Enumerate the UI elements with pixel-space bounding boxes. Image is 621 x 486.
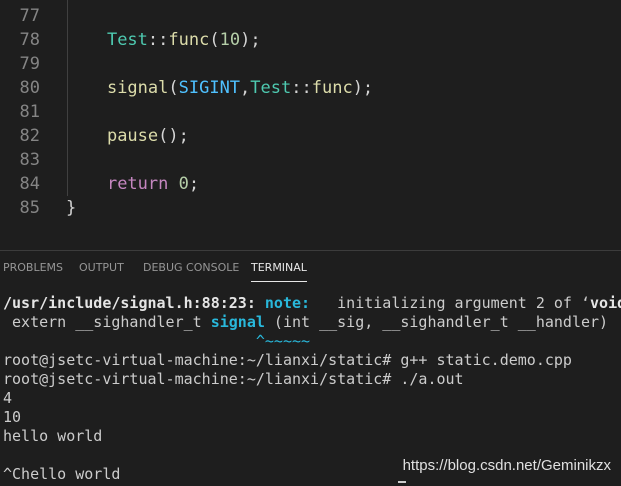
code-token: } bbox=[66, 198, 77, 218]
terminal-line: hello world bbox=[3, 427, 102, 446]
code-line[interactable]: 84 return 0; bbox=[0, 172, 621, 196]
terminal-segment: /usr/include/signal.h:88:23: bbox=[3, 294, 265, 312]
terminal-line: ^Chello world bbox=[3, 465, 120, 484]
line-number: 85 bbox=[19, 198, 40, 218]
line-number: 81 bbox=[19, 102, 40, 122]
code-line[interactable]: 79 bbox=[0, 52, 621, 76]
terminal-segment: root@jsetc-virtual-machine:~/lianxi/stat… bbox=[3, 370, 464, 388]
line-number: 78 bbox=[19, 30, 40, 50]
active-tab-indicator bbox=[251, 281, 307, 282]
code-token: (); bbox=[158, 126, 189, 146]
code-token: ); bbox=[240, 30, 261, 50]
tab-debug-console[interactable]: DEBUG CONSOLE bbox=[143, 261, 239, 275]
line-number: 82 bbox=[19, 126, 40, 146]
line-code: return 0; bbox=[66, 172, 199, 196]
tab-label: DEBUG CONSOLE bbox=[143, 261, 240, 274]
code-token: 10 bbox=[219, 30, 241, 50]
code-token: :: bbox=[147, 30, 169, 50]
code-token: SIGINT bbox=[178, 78, 241, 98]
code-line[interactable]: 78 Test::func(10); bbox=[0, 28, 621, 52]
terminal-segment: 10 bbox=[3, 408, 22, 426]
code-token: return bbox=[106, 174, 169, 194]
code-token: 0 bbox=[178, 174, 189, 194]
code-token: func bbox=[311, 78, 353, 98]
tab-output[interactable]: OUTPUT bbox=[79, 261, 124, 275]
code-token: Test bbox=[106, 30, 148, 50]
code-token: signal bbox=[106, 78, 169, 98]
terminal-line: root@jsetc-virtual-machine:~/lianxi/stat… bbox=[3, 370, 464, 389]
terminal-segment: ^Chello world bbox=[3, 465, 121, 483]
terminal-cursor bbox=[398, 481, 406, 483]
tab-label: TERMINAL bbox=[251, 261, 307, 274]
line-number: 83 bbox=[19, 150, 40, 170]
tab-label: PROBLEMS bbox=[3, 261, 64, 274]
code-token: ( bbox=[168, 78, 179, 98]
line-code: Test::func(10); bbox=[66, 28, 261, 52]
code-token: Test bbox=[250, 78, 292, 98]
line-code: pause(); bbox=[66, 124, 189, 148]
terminal-segment: signal bbox=[210, 313, 265, 331]
vscode-window: 77 78 Test::func(10); 79 80 signal(SIGINT,T… bbox=[0, 0, 621, 486]
terminal-line: 10 bbox=[3, 408, 21, 427]
line-number: 79 bbox=[19, 54, 40, 74]
code-token: , bbox=[240, 78, 251, 98]
code-editor[interactable]: 77 78 Test::func(10); 79 80 signal(SIGINT,T… bbox=[0, 0, 621, 250]
tab-label: OUTPUT bbox=[79, 261, 124, 274]
terminal-segment: ^~~~~~ bbox=[3, 332, 311, 350]
terminal-segment: root@jsetc-virtual-machine:~/lianxi/stat… bbox=[3, 351, 572, 369]
bottom-panel: PROBLEMS OUTPUT DEBUG CONSOLE TERMINAL /… bbox=[0, 251, 621, 486]
code-line[interactable]: 81 bbox=[0, 100, 621, 124]
code-line[interactable]: 80 signal(SIGINT,Test::func); bbox=[0, 76, 621, 100]
code-token: ( bbox=[209, 30, 220, 50]
terminal-line: 4 bbox=[3, 389, 12, 408]
terminal-line: extern __sighandler_t signal (int __sig,… bbox=[3, 313, 608, 332]
tab-problems[interactable]: PROBLEMS bbox=[3, 261, 63, 275]
terminal-segment: void bbox=[590, 294, 621, 312]
code-line[interactable]: 83 bbox=[0, 148, 621, 172]
code-line[interactable]: 77 bbox=[0, 4, 621, 28]
terminal-segment: (int __sig, __sighandler_t __handler) bbox=[264, 313, 609, 331]
code-token: ; bbox=[188, 174, 200, 194]
line-number: 77 bbox=[19, 6, 40, 26]
line-code: signal(SIGINT,Test::func); bbox=[66, 76, 373, 100]
terminal-segment: note: bbox=[264, 294, 311, 312]
code-token: ); bbox=[352, 78, 374, 98]
code-line[interactable]: 82 pause(); bbox=[0, 124, 621, 148]
terminal-segment: initializing argument 2 of ‘ bbox=[310, 294, 591, 312]
terminal-segment: 4 bbox=[3, 389, 13, 407]
line-number: 84 bbox=[19, 174, 40, 194]
watermark-text: https://blog.csdn.net/Geminikzx bbox=[402, 457, 611, 474]
code-token: func bbox=[168, 30, 210, 50]
terminal-segment: extern __sighandler_t bbox=[3, 313, 211, 331]
terminal-line: /usr/include/signal.h:88:23: note: initi… bbox=[3, 294, 621, 313]
code-token: pause bbox=[106, 126, 159, 146]
tab-terminal[interactable]: TERMINAL bbox=[251, 261, 307, 282]
terminal-line: root@jsetc-virtual-machine:~/lianxi/stat… bbox=[3, 351, 572, 370]
terminal-line: ^~~~~~ bbox=[3, 332, 310, 351]
code-token: :: bbox=[291, 78, 312, 98]
code-line[interactable]: 85} bbox=[0, 196, 621, 220]
line-code: } bbox=[66, 196, 76, 220]
line-number: 80 bbox=[19, 78, 40, 98]
terminal-segment: hello world bbox=[3, 427, 103, 445]
